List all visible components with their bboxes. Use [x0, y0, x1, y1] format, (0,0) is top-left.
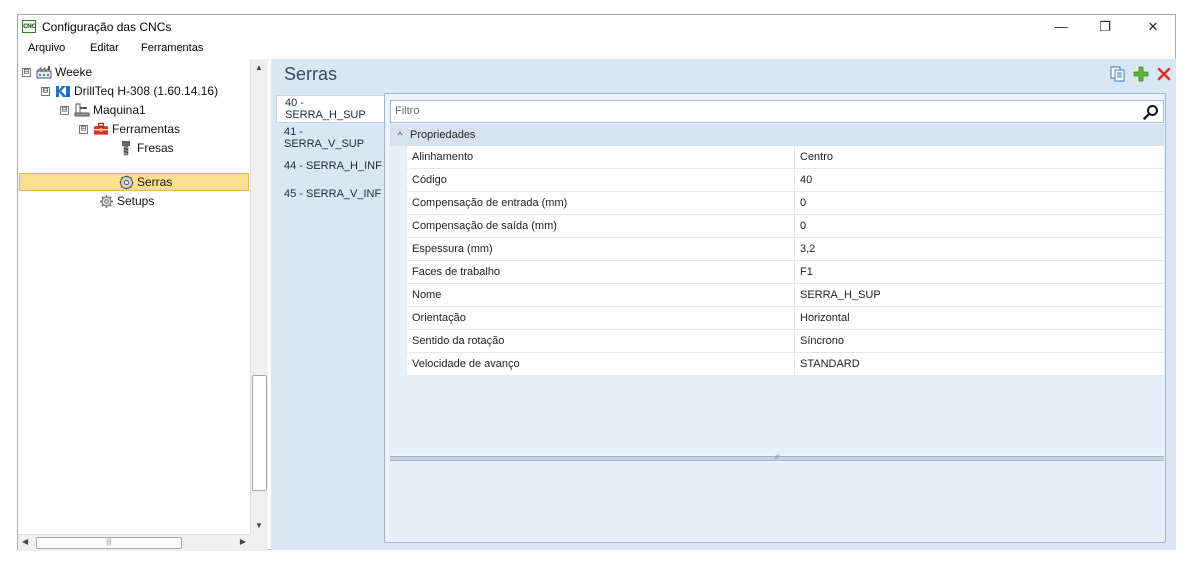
tree-node-weeke[interactable]: ⊟ Weeke — [22, 63, 92, 81]
property-row[interactable]: Espessura (mm) 3,2 — [407, 238, 1164, 261]
property-row[interactable]: Compensação de saída (mm) 0 — [407, 215, 1164, 238]
window-title: Configuração das CNCs — [42, 20, 172, 34]
property-value[interactable]: 40 — [795, 169, 1164, 191]
property-name: Código — [407, 169, 795, 191]
machine-tree: ⊟ Weeke ⊟ DrillTeq H-308 (1.60.14.16) ⊟ … — [18, 59, 268, 534]
property-row[interactable]: Velocidade de avanço STANDARD — [407, 353, 1164, 376]
filter-bar — [390, 100, 1164, 123]
tree-node-label: Ferramentas — [112, 122, 181, 136]
tree-node-maquina1[interactable]: ⊟ Maquina1 — [60, 101, 146, 119]
property-name: Velocidade de avanço — [407, 353, 795, 375]
gear-icon — [98, 194, 114, 208]
category-propriedades[interactable]: ^ Propriedades — [390, 124, 1164, 146]
scroll-up-icon[interactable]: ▲ — [255, 63, 263, 72]
collapse-icon[interactable]: ⊟ — [79, 124, 88, 134]
copy-icon[interactable] — [1109, 65, 1127, 83]
tree-node-fresas[interactable]: Fresas — [118, 139, 174, 157]
toolbox-icon — [93, 122, 109, 136]
add-icon[interactable] — [1132, 65, 1150, 83]
machine-icon — [74, 103, 90, 117]
collapse-icon[interactable]: ⊟ — [22, 67, 31, 77]
tab-41-serra-v-sup[interactable]: 41 - SERRA_V_SUP — [276, 125, 384, 151]
property-row[interactable]: Compensação de entrada (mm) 0 — [407, 192, 1164, 215]
tree-node-serras[interactable]: Serras — [118, 173, 172, 191]
minimize-button[interactable]: — — [1039, 15, 1083, 38]
menu-arquivo[interactable]: Arquivo — [28, 42, 65, 54]
property-name: Compensação de entrada (mm) — [407, 192, 795, 214]
tree-node-label: DrillTeq H-308 (1.60.14.16) — [74, 84, 219, 98]
property-value[interactable]: 3,2 — [795, 238, 1164, 260]
property-row[interactable]: Alinhamento Centro — [407, 146, 1164, 169]
tree-node-label: Setups — [117, 194, 155, 208]
property-name: Espessura (mm) — [407, 238, 795, 260]
app-cnc-icon: CNC — [22, 20, 36, 33]
property-grid: ^ Propriedades Alinhamento Centro Código… — [390, 124, 1164, 454]
description-area — [390, 462, 1164, 540]
tree-node-ferramentas[interactable]: ⊟ Ferramentas — [79, 120, 180, 138]
menu-editar[interactable]: Editar — [90, 42, 119, 54]
title-bar: CNC Configuração das CNCs — ❐ ✕ — [18, 15, 1175, 38]
property-row[interactable]: Nome SERRA_H_SUP — [407, 284, 1164, 307]
property-name: Sentido da rotação — [407, 330, 795, 352]
tab-44-serra-h-inf[interactable]: 44 - SERRA_H_INF — [276, 153, 384, 179]
tool-tab-list: 40 - SERRA_H_SUP 41 - SERRA_V_SUP 44 - S… — [276, 95, 386, 550]
tree-horizontal-scrollbar[interactable]: ◀ ||| ▶ — [18, 534, 250, 551]
tree-node-label: Weeke — [55, 65, 93, 79]
property-frame: ^ Propriedades Alinhamento Centro Código… — [384, 93, 1166, 543]
tree-node-label: Serras — [137, 175, 173, 189]
property-row[interactable]: Faces de trabalho F1 — [407, 261, 1164, 284]
drillteq-icon — [55, 84, 71, 98]
tab-40-serra-h-sup[interactable]: 40 - SERRA_H_SUP — [276, 95, 384, 123]
close-button[interactable]: ✕ — [1131, 15, 1175, 38]
property-name: Faces de trabalho — [407, 261, 795, 283]
factory-icon — [36, 65, 52, 79]
grid-splitter[interactable]: ⁄⁄⁄⁄ — [390, 455, 1164, 461]
property-value[interactable]: Horizontal — [795, 307, 1164, 329]
property-value[interactable]: SERRA_H_SUP — [795, 284, 1164, 306]
saw-icon — [118, 174, 134, 190]
maximize-button[interactable]: ❐ — [1083, 15, 1127, 38]
property-value[interactable]: Centro — [795, 146, 1164, 168]
menu-ferramentas[interactable]: Ferramentas — [141, 42, 203, 54]
property-value[interactable]: STANDARD — [795, 353, 1164, 375]
menu-bar: Arquivo Editar Ferramentas — [18, 39, 1175, 58]
property-name: Compensação de saída (mm) — [407, 215, 795, 237]
collapse-icon[interactable]: ⊟ — [60, 105, 69, 115]
property-name: Orientação — [407, 307, 795, 329]
tree-vertical-scrollbar[interactable]: ▲ ▼ — [250, 59, 268, 534]
collapse-icon[interactable]: ⊟ — [41, 86, 50, 96]
tree-node-drillteq[interactable]: ⊟ DrillTeq H-308 (1.60.14.16) — [41, 82, 218, 100]
mill-icon — [118, 141, 134, 156]
property-name: Alinhamento — [407, 146, 795, 168]
panel-title: Serras — [284, 64, 338, 84]
delete-icon[interactable] — [1155, 65, 1173, 83]
property-value[interactable]: F1 — [795, 261, 1164, 283]
property-row[interactable]: Código 40 — [407, 169, 1164, 192]
collapse-chevron-icon[interactable]: ^ — [390, 130, 410, 140]
property-name: Nome — [407, 284, 795, 306]
scroll-right-icon[interactable]: ▶ — [240, 537, 246, 546]
tab-45-serra-v-inf[interactable]: 45 - SERRA_V_INF — [276, 181, 384, 207]
tree-node-label: Fresas — [137, 141, 174, 155]
horizontal-scroll-thumb[interactable]: ||| — [36, 537, 182, 549]
property-value[interactable]: 0 — [795, 192, 1164, 214]
property-value[interactable]: Síncrono — [795, 330, 1164, 352]
scroll-left-icon[interactable]: ◀ — [22, 537, 28, 546]
scroll-thumb[interactable] — [252, 375, 267, 491]
scroll-down-icon[interactable]: ▼ — [255, 521, 263, 530]
tree-node-label: Maquina1 — [93, 103, 146, 117]
cnc-config-window: CNC Configuração das CNCs — ❐ ✕ Arquivo … — [17, 14, 1176, 551]
tool-detail-panel: Serras 40 - SERRA_H_SUP 41 - SERRA_V_SUP… — [271, 59, 1176, 550]
category-label: Propriedades — [410, 129, 476, 141]
property-value[interactable]: 0 — [795, 215, 1164, 237]
scroll-corner — [250, 534, 268, 551]
filter-input[interactable] — [395, 105, 1095, 117]
search-icon[interactable] — [1143, 104, 1159, 120]
property-row[interactable]: Sentido da rotação Síncrono — [407, 330, 1164, 353]
tree-node-setups[interactable]: Setups — [98, 192, 154, 210]
property-row[interactable]: Orientação Horizontal — [407, 307, 1164, 330]
